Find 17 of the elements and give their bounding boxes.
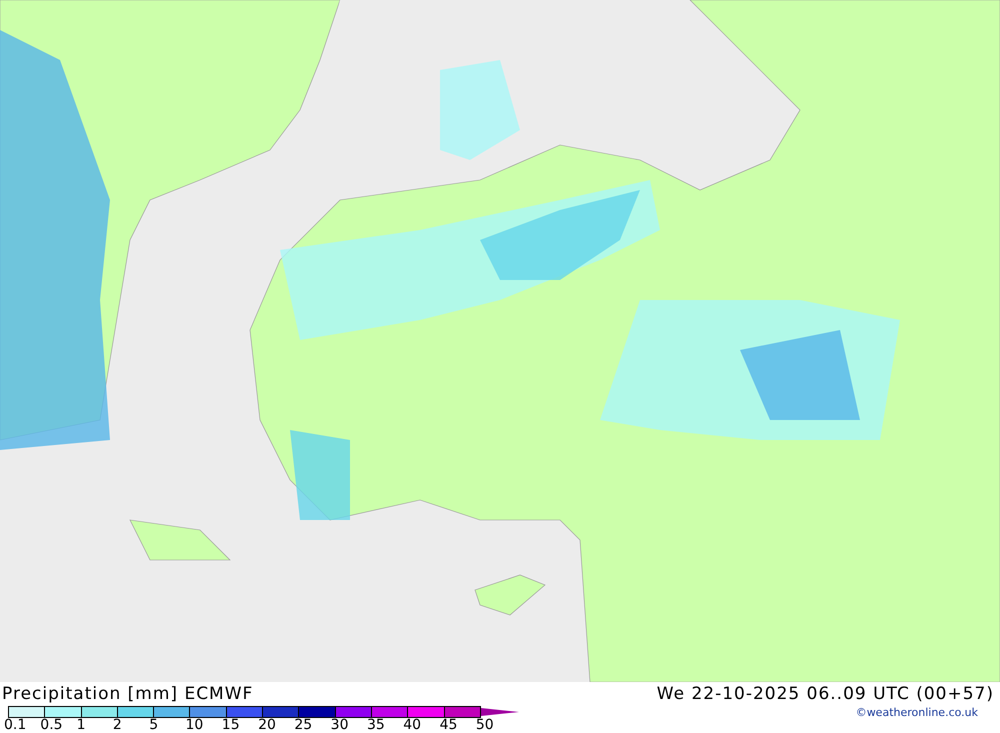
scale-label: 10 — [185, 718, 204, 733]
scale-label: 25 — [294, 718, 314, 733]
scale-label: 2 — [112, 718, 123, 733]
scale-label: 50 — [476, 718, 495, 733]
scale-label: 0.1 — [4, 718, 28, 733]
scale-label: 1 — [76, 718, 87, 733]
copyright-link[interactable]: ©weatheronline.co.uk — [856, 706, 978, 718]
scale-label: 5 — [149, 718, 160, 733]
scale-label: 30 — [330, 718, 350, 733]
scale-label: 15 — [222, 718, 241, 733]
valid-time: We 22-10-2025 06..09 UTC (00+57) — [656, 684, 994, 704]
scale-label: 45 — [440, 718, 458, 733]
scale-label: 20 — [258, 718, 277, 733]
scale-label: 35 — [366, 718, 386, 733]
scale-label: 40 — [403, 718, 422, 733]
legend-title: Precipitation [mm] ECMWF — [2, 684, 254, 704]
scale-label: 0.5 — [40, 718, 64, 733]
